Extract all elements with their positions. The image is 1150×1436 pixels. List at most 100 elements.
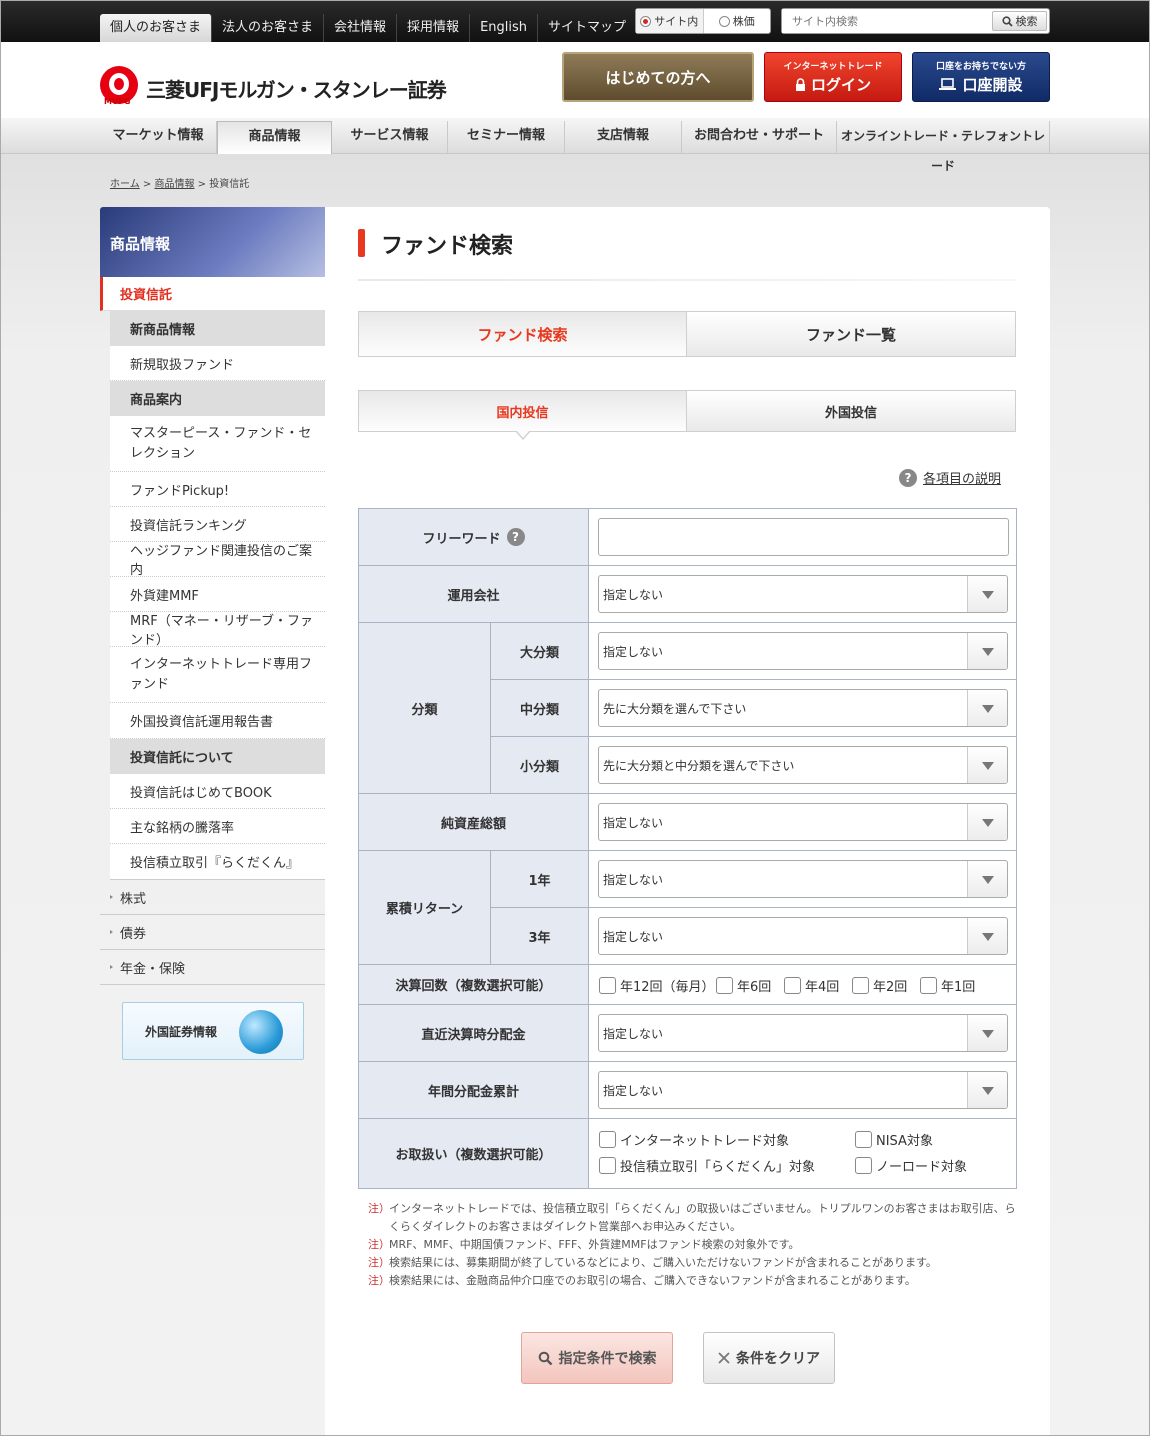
label-assets: 純資産総額 (359, 794, 589, 851)
breadcrumb-product[interactable]: 商品情報 (154, 179, 194, 190)
sidebar-item[interactable]: 投信積立取引『らくだくん』 (110, 844, 325, 880)
tab-domestic[interactable]: 国内投信 (358, 390, 687, 432)
nav-services[interactable]: サービス情報 (332, 121, 448, 154)
settle-4-checkbox[interactable]: 年4回 (784, 976, 839, 995)
sidebar-item-current[interactable]: 投資信託 (100, 277, 325, 311)
laptop-icon (939, 78, 957, 90)
label-class-small: 小分類 (491, 737, 589, 794)
site-search: 検索 (781, 8, 1050, 34)
note-item: 注） 検索結果には、募集期間が終了しているなどにより、ご購入いただけないファンドが… (368, 1256, 937, 1269)
sidebar-group-guide: 商品案内 (110, 381, 325, 416)
sidebar-item[interactable]: MRF（マネー・リザーブ・ファンド） (110, 612, 325, 648)
return-1y-select[interactable]: 指定しない (598, 860, 1008, 898)
globe-icon (239, 1010, 283, 1054)
topnav-personal[interactable]: 個人のお客さま (100, 14, 213, 42)
handling-nisa-checkbox[interactable]: NISA対象 (855, 1130, 933, 1149)
breadcrumb-home[interactable]: ホーム (110, 179, 140, 190)
chevron-down-icon (967, 1015, 1007, 1051)
nav-branches[interactable]: 支店情報 (565, 121, 682, 154)
checkbox-icon (599, 1131, 616, 1148)
sidebar-item[interactable]: ファンドPickup! (110, 472, 325, 507)
topnav-recruit[interactable]: 採用情報 (397, 14, 471, 42)
chevron-down-icon (967, 804, 1007, 840)
settle-6-checkbox[interactable]: 年6回 (716, 976, 771, 995)
question-icon[interactable]: ? (506, 528, 525, 546)
radio-checked-icon (640, 15, 652, 27)
sidebar-item[interactable]: 主な銘柄の騰落率 (110, 809, 325, 844)
settle-1-checkbox[interactable]: 年1回 (920, 976, 975, 995)
chevron-down-icon (967, 690, 1007, 726)
nav-online-trade[interactable]: オンライントレード・テレフォントレード (837, 121, 1050, 173)
sidebar-item[interactable]: インターネットトレード専用ファンド (110, 647, 325, 703)
nav-products[interactable]: 商品情報 (217, 121, 332, 154)
handling-noload-checkbox[interactable]: ノーロード対象 (855, 1156, 967, 1175)
class-large-select[interactable]: 指定しない (598, 632, 1008, 670)
freeword-input[interactable] (598, 518, 1009, 556)
settle-12-checkbox[interactable]: 年12回（毎月） (599, 976, 715, 995)
page-title: ファンド検索 (381, 234, 514, 259)
chevron-down-icon (967, 861, 1007, 897)
class-mid-select[interactable]: 先に大分類を選んで下さい (598, 689, 1008, 727)
search-button[interactable]: 検索 (992, 11, 1047, 31)
scope-stock-radio[interactable]: 株価 (704, 9, 771, 33)
tab-fund-search[interactable]: ファンド検索 (358, 311, 687, 357)
note-item: 注） MRF、MMF、中期国債ファンド、FFF、外貨建MMFはファンド検索の対象外… (368, 1238, 800, 1251)
sidebar-item[interactable]: 外国投資信託運用報告書 (110, 703, 325, 739)
company-select[interactable]: 指定しない (598, 575, 1008, 613)
open-account-button[interactable]: 口座をお持ちでない方 口座開設 (912, 52, 1050, 102)
checkbox-icon (852, 977, 869, 994)
nav-market[interactable]: マーケット情報 (100, 121, 217, 154)
topnav-corporate[interactable]: 法人のお客さま (212, 14, 325, 42)
sidebar-item-stocks[interactable]: 株式 (100, 880, 325, 915)
radio-icon (718, 15, 730, 27)
sidebar-item[interactable]: マスターピース・ファンド・セレクション (110, 416, 325, 472)
chevron-down-icon (967, 576, 1007, 612)
annual-div-select[interactable]: 指定しない (598, 1071, 1008, 1109)
sidebar-item[interactable]: 投資信託ランキング (110, 507, 325, 542)
assets-select[interactable]: 指定しない (598, 803, 1008, 841)
scope-site-radio[interactable]: サイト内 (636, 9, 704, 33)
handling-internet-checkbox[interactable]: インターネットトレード対象 (599, 1130, 789, 1149)
sidebar-item-bonds[interactable]: 債券 (100, 915, 325, 950)
return-3y-select[interactable]: 指定しない (598, 917, 1008, 955)
recent-div-select[interactable]: 指定しない (598, 1014, 1008, 1052)
search-submit-button[interactable]: 指定条件で検索 (521, 1332, 673, 1384)
sidebar-item[interactable]: 新規取扱ファンド (110, 346, 325, 381)
sidebar: 投資信託 新商品情報 新規取扱ファンド 商品案内 マスターピース・ファンド・セレ… (100, 277, 325, 985)
first-time-button[interactable]: はじめての方へ (562, 52, 754, 102)
sidebar-item[interactable]: 投資信託はじめてBOOK (110, 774, 325, 809)
search-scope: サイト内 株価 (635, 8, 771, 34)
checkbox-icon (855, 1157, 872, 1174)
company-name[interactable]: 三菱UFJモルガン・スタンレー証券 (146, 74, 447, 103)
chevron-down-icon (967, 1072, 1007, 1108)
foreign-securities-banner[interactable]: 外国証券情報 (122, 1002, 304, 1060)
checkbox-icon (784, 977, 801, 994)
login-button[interactable]: インターネットトレード ログイン (764, 52, 902, 102)
title-accent (358, 229, 365, 257)
tab-foreign[interactable]: 外国投信 (686, 390, 1016, 432)
checkbox-icon (716, 977, 733, 994)
checkbox-icon (920, 977, 937, 994)
label-return: 累積リターン (359, 851, 491, 965)
top-nav: 個人のお客さま 法人のお客さま 会社情報 採用情報 English サイトマップ (100, 14, 636, 42)
clear-button[interactable]: 条件をクリア (703, 1332, 835, 1384)
sidebar-group-new: 新商品情報 (110, 311, 325, 346)
topnav-sitemap[interactable]: サイトマップ (538, 14, 636, 42)
chevron-down-icon (967, 633, 1007, 669)
nav-support[interactable]: お問合わせ・サポート (682, 121, 837, 154)
settle-2-checkbox[interactable]: 年2回 (852, 976, 907, 995)
topnav-english[interactable]: English (470, 14, 539, 42)
sidebar-item[interactable]: 外貨建MMF (110, 577, 325, 612)
topnav-company[interactable]: 会社情報 (324, 14, 398, 42)
tab-fund-list[interactable]: ファンド一覧 (686, 311, 1016, 357)
sidebar-item-pension[interactable]: 年金・保険 (100, 950, 325, 985)
handling-rakuda-checkbox[interactable]: 投信積立取引「らくだくん」対象 (599, 1156, 815, 1175)
nav-seminar[interactable]: セミナー情報 (448, 121, 565, 154)
class-small-select[interactable]: 先に大分類と中分類を選んで下さい (598, 746, 1008, 784)
search-input[interactable] (782, 9, 987, 33)
checkbox-icon (599, 1157, 616, 1174)
sidebar-title: 商品情報 (100, 207, 325, 277)
label-annual-div: 年間分配金累計 (359, 1062, 589, 1119)
sidebar-item[interactable]: ヘッジファンド関連投信のご案内 (110, 542, 325, 578)
help-link[interactable]: ? 各項目の説明 (899, 468, 1001, 487)
